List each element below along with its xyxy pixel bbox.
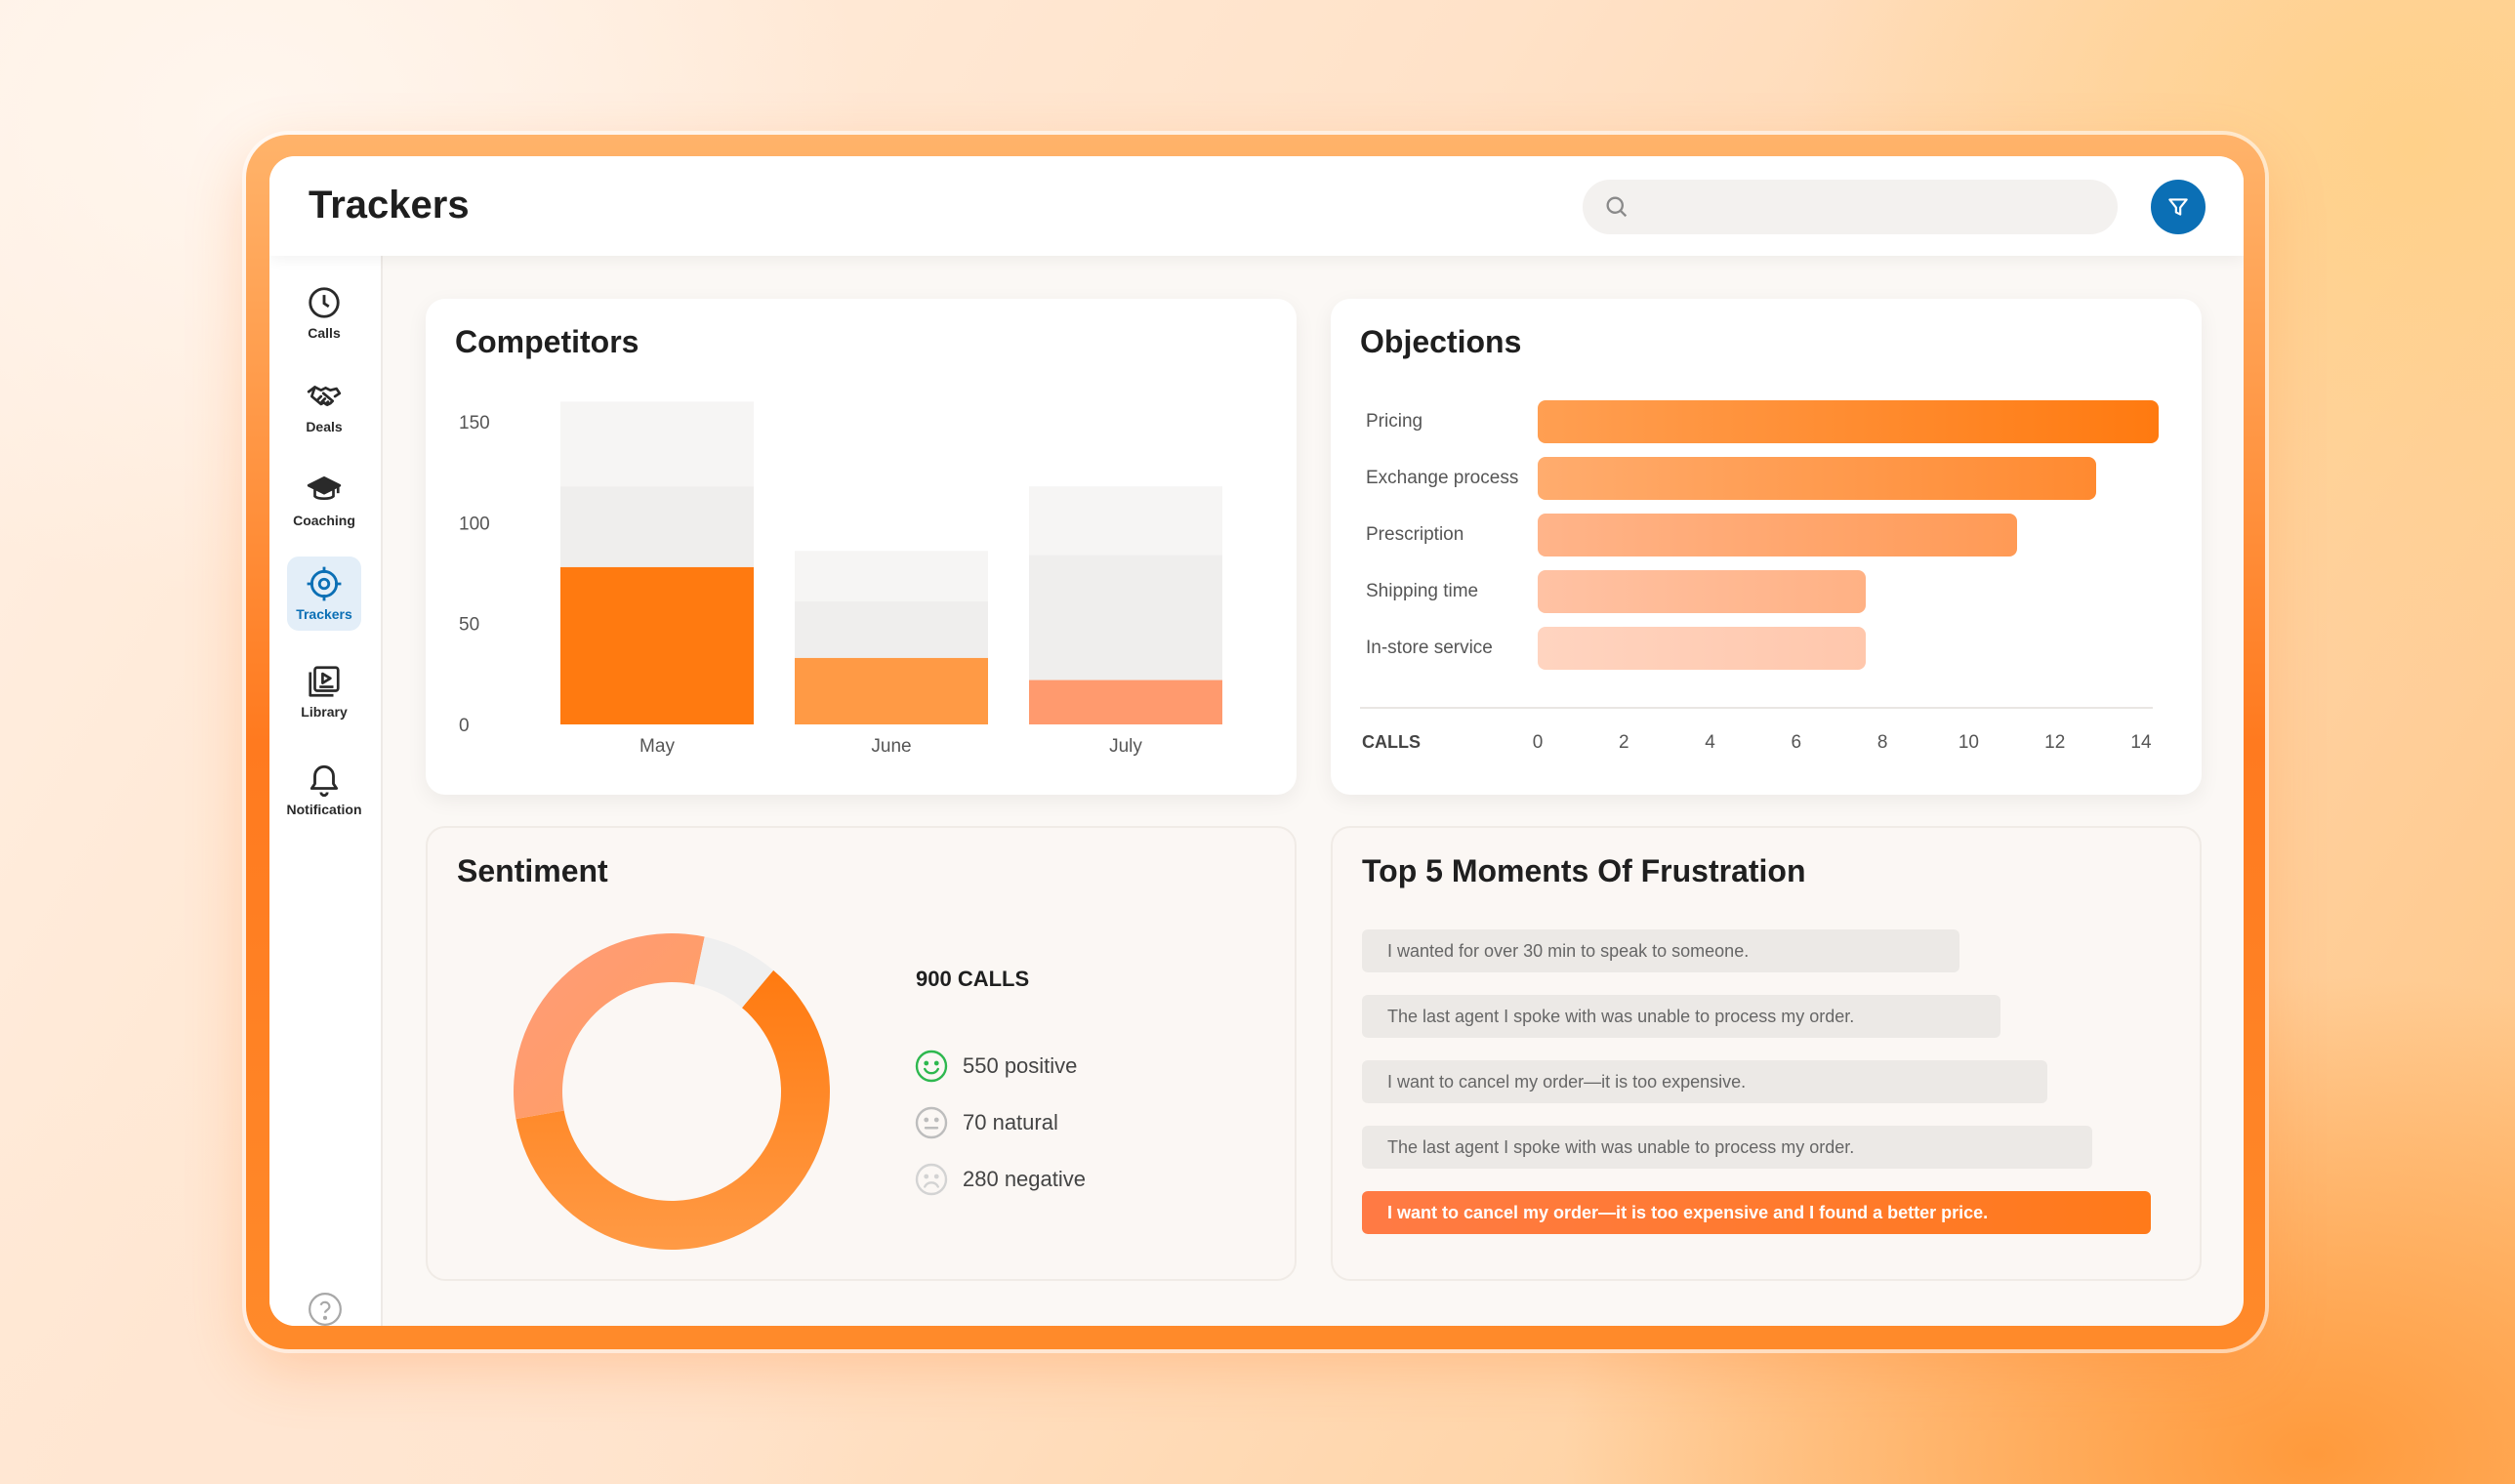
x-tick-label: 10 (1958, 732, 1979, 753)
sentiment-title: Sentiment (457, 853, 608, 888)
bar-segment[interactable] (1029, 680, 1222, 724)
objection-label: In-store service (1366, 638, 1493, 658)
x-tick-label: 2 (1618, 732, 1629, 753)
smile-icon (915, 1050, 948, 1083)
bar-segment[interactable] (795, 551, 988, 601)
frustration-item-highlighted[interactable]: I want to cancel my order—it is too expe… (1362, 1191, 2151, 1234)
donut-slice[interactable] (514, 933, 705, 1120)
bar-segment[interactable] (795, 600, 988, 658)
objection-track (1538, 514, 2159, 556)
sentiment-card: Sentiment 900 CALLS 550 positive 70 natu… (426, 826, 1297, 1281)
page-title: Trackers (309, 184, 470, 227)
sidebar: Calls Deals Coaching Trackers Library No… (269, 256, 383, 1326)
x-tick-label: 14 (2130, 732, 2152, 753)
objection-track (1538, 627, 2159, 670)
target-icon (307, 566, 342, 601)
objection-row[interactable]: Pricing (1366, 400, 2159, 443)
bar-segment[interactable] (560, 486, 754, 567)
competitors-card: Competitors 0 50 100 150 May June July (426, 299, 1297, 795)
sidebar-item-label: Notification (286, 802, 362, 817)
sentiment-legend-label: 70 natural (963, 1110, 1058, 1134)
y-tick-label: 0 (459, 716, 470, 736)
frustration-item[interactable]: The last agent I spoke with was unable t… (1362, 1126, 2092, 1169)
bar-segment[interactable] (560, 566, 754, 724)
sidebar-item-coaching[interactable]: Coaching (287, 463, 361, 537)
objection-bar[interactable] (1538, 627, 1867, 670)
sidebar-item-label: Trackers (296, 606, 352, 622)
objections-axis-line (1360, 707, 2153, 709)
y-tick-label: 100 (459, 514, 490, 534)
app-window: Trackers Calls Deals Coaching Trackers L… (269, 156, 2244, 1326)
sidebar-item-label: Calls (308, 325, 341, 341)
sidebar-item-trackers[interactable]: Trackers (287, 556, 361, 631)
objection-label: Prescription (1366, 524, 1464, 545)
x-tick-label: July (1109, 736, 1142, 757)
top-bar: Trackers (269, 156, 2244, 256)
x-tick-label: June (871, 736, 911, 757)
objection-bar[interactable] (1538, 400, 2159, 443)
objection-bar[interactable] (1538, 514, 2017, 556)
objection-label: Pricing (1366, 411, 1423, 432)
objection-track (1538, 457, 2159, 500)
bar-segment[interactable] (1029, 486, 1222, 556)
neutral-face-icon (915, 1106, 948, 1139)
x-tick-label: 6 (1791, 732, 1802, 753)
objection-row[interactable]: Prescription (1366, 514, 2017, 556)
sentiment-legend-positive: 550 positive (914, 1047, 1077, 1086)
objection-label: Shipping time (1366, 581, 1479, 601)
x-tick-label: 4 (1705, 732, 1715, 753)
x-tick-label: May (639, 736, 675, 757)
x-tick-label: 0 (1532, 732, 1544, 753)
filter-icon (2168, 198, 2188, 216)
objection-row[interactable]: Shipping time (1366, 570, 1867, 613)
objection-bar[interactable] (1538, 457, 2097, 500)
sentiment-legend-label: 550 positive (963, 1053, 1078, 1078)
frustration-title: Top 5 Moments Of Frustration (1362, 853, 1806, 888)
objection-row[interactable]: Exchange process (1366, 457, 2097, 500)
sad-face-icon (915, 1163, 948, 1196)
sidebar-item-label: Library (301, 704, 348, 720)
objection-track (1538, 570, 2159, 613)
frustration-card: Top 5 Moments Of Frustration I wanted fo… (1331, 826, 2202, 1281)
sentiment-legend-natural: 70 natural (914, 1103, 1058, 1142)
y-tick-label: 50 (459, 615, 479, 636)
frustration-item[interactable]: The last agent I spoke with was unable t… (1362, 995, 2000, 1038)
objection-label: Exchange process (1366, 468, 1519, 488)
objections-card: Objections Pricing Exchange process Prescr… (1331, 299, 2202, 795)
objection-track (1538, 400, 2159, 443)
objections-title: Objections (1360, 324, 1522, 359)
y-tick-label: 150 (459, 413, 490, 433)
competitors-chart: 0 50 100 150 May June July (459, 401, 1222, 757)
library-icon (309, 666, 340, 697)
filter-button[interactable] (2151, 180, 2206, 234)
bar-segment[interactable] (560, 401, 754, 487)
sentiment-total: 900 CALLS (916, 967, 1030, 991)
frustration-item[interactable]: I wanted for over 30 min to speak to som… (1362, 929, 1959, 972)
clock-icon (309, 287, 340, 318)
graduation-cap-icon (307, 475, 342, 501)
sentiment-donut-chart (514, 933, 830, 1250)
bar-segment[interactable] (1029, 555, 1222, 680)
search-icon (1606, 196, 1628, 218)
objection-row[interactable]: In-store service (1366, 627, 1867, 670)
search-input[interactable] (1583, 180, 2118, 234)
sidebar-item-notification[interactable]: Notification (279, 752, 369, 826)
bell-icon (309, 764, 339, 797)
sidebar-item-label: Coaching (293, 513, 355, 528)
objections-axis-label: CALLS (1362, 732, 1421, 752)
frustration-item[interactable]: I want to cancel my order—it is too expe… (1362, 1060, 2047, 1103)
x-tick-label: 12 (2044, 732, 2066, 753)
x-tick-label: 8 (1876, 732, 1888, 753)
handshake-icon (307, 386, 342, 407)
sidebar-item-calls[interactable]: Calls (287, 275, 361, 350)
sidebar-item-library[interactable]: Library (287, 654, 361, 728)
sentiment-legend-label: 280 negative (963, 1167, 1086, 1191)
objection-bar[interactable] (1538, 570, 1867, 613)
sentiment-legend-negative: 280 negative (914, 1160, 1086, 1199)
sidebar-item-deals[interactable]: Deals (287, 369, 361, 443)
bar-segment[interactable] (795, 657, 988, 724)
sidebar-item-label: Deals (306, 419, 343, 434)
question-circle-icon[interactable] (307, 1291, 344, 1326)
